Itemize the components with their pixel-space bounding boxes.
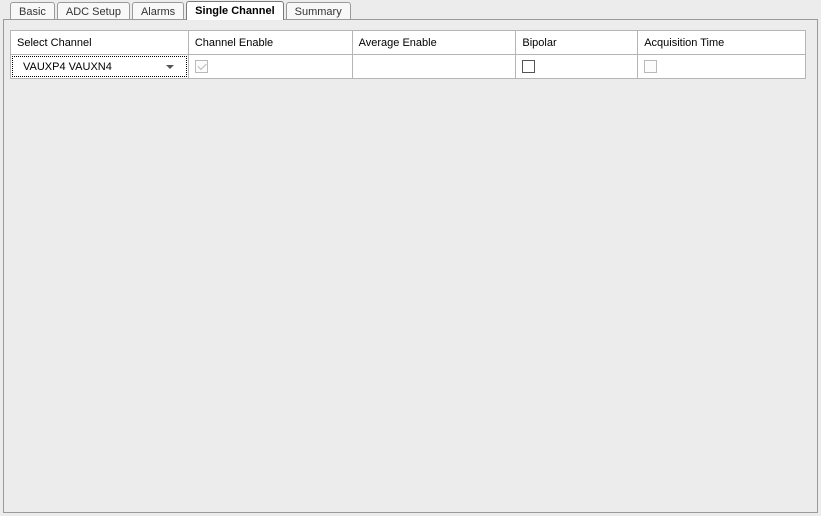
header-acquisition-time: Acquisition Time	[638, 31, 806, 55]
channel-table: Select Channel Channel Enable Average En…	[10, 30, 806, 79]
header-select-channel: Select Channel	[11, 31, 189, 55]
tab-adc-setup[interactable]: ADC Setup	[57, 2, 130, 20]
table-header-row: Select Channel Channel Enable Average En…	[11, 31, 806, 55]
bipolar-checkbox[interactable]	[522, 60, 535, 73]
tab-label: Basic	[19, 6, 46, 18]
tab-alarms[interactable]: Alarms	[132, 2, 184, 20]
header-channel-enable: Channel Enable	[188, 31, 352, 55]
tab-label: ADC Setup	[66, 6, 121, 18]
tab-label: Alarms	[141, 6, 175, 18]
select-channel-dropdown[interactable]: VAUXP4 VAUXN4	[17, 55, 182, 78]
tab-label: Single Channel	[195, 5, 274, 17]
tab-single-channel[interactable]: Single Channel	[186, 1, 283, 20]
table-row: VAUXP4 VAUXN4	[11, 55, 806, 79]
cell-bipolar[interactable]	[516, 55, 638, 79]
cell-acquisition-time	[638, 55, 806, 79]
tab-summary[interactable]: Summary	[286, 2, 351, 20]
channel-enable-checkbox	[195, 60, 208, 73]
tab-basic[interactable]: Basic	[10, 2, 55, 20]
chevron-down-icon	[166, 65, 174, 69]
tab-label: Summary	[295, 6, 342, 18]
cell-select-channel[interactable]: VAUXP4 VAUXN4	[11, 55, 189, 79]
select-channel-value: VAUXP4 VAUXN4	[23, 61, 112, 73]
header-average-enable: Average Enable	[352, 31, 516, 55]
cell-average-enable[interactable]	[352, 55, 516, 79]
acquisition-time-checkbox	[644, 60, 657, 73]
cell-channel-enable	[188, 55, 352, 79]
tab-panel-single-channel: Select Channel Channel Enable Average En…	[3, 19, 818, 513]
header-bipolar: Bipolar	[516, 31, 638, 55]
tab-strip: Basic ADC Setup Alarms Single Channel Su…	[0, 0, 821, 20]
